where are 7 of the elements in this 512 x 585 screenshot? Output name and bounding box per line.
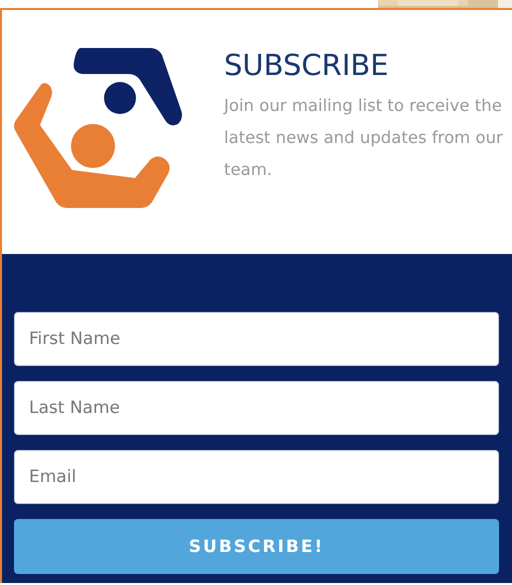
logo-icon <box>14 48 184 210</box>
input-field[interactable]: Last Name <box>14 381 499 435</box>
subscribe-button[interactable]: SUBSCRIBE! <box>14 519 499 574</box>
description-text: Join our mailing list to receive the latest news and updates from our team. <box>224 95 504 181</box>
input-field[interactable]: First Name <box>14 312 499 366</box>
subscribe-heading: SUBSCRIBE <box>224 48 390 82</box>
input-field[interactable]: Email <box>14 450 499 504</box>
